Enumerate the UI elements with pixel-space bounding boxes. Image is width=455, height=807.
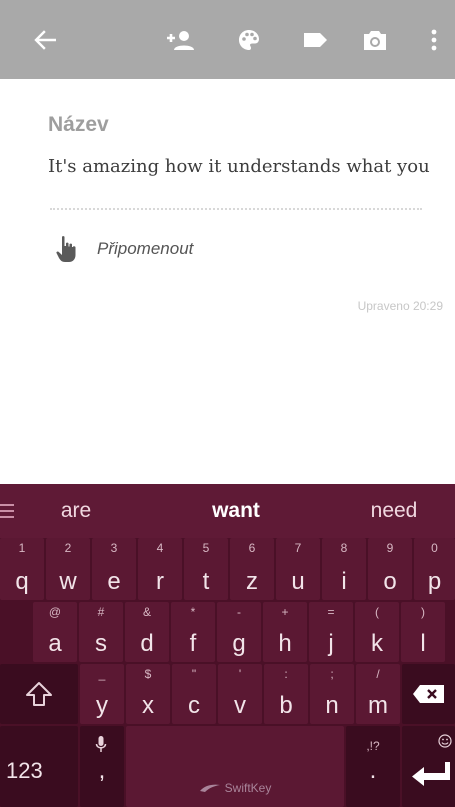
suggestion-bar: are want need bbox=[0, 484, 455, 538]
swiftkey-bird-icon bbox=[199, 784, 220, 792]
key-h[interactable]: + h bbox=[263, 602, 307, 662]
backspace-key[interactable] bbox=[402, 664, 455, 724]
note-title-field[interactable]: Název bbox=[48, 113, 109, 137]
key-q[interactable]: 1q bbox=[0, 538, 44, 600]
key-i[interactable]: 8i bbox=[322, 538, 366, 600]
shift-key[interactable] bbox=[0, 664, 78, 724]
key-x[interactable]: $ x bbox=[126, 664, 170, 724]
add-collaborator-button[interactable] bbox=[156, 0, 202, 79]
swiftkey-logo: SwiftKey bbox=[126, 781, 344, 795]
key-b[interactable]: :b bbox=[264, 664, 308, 724]
edited-timestamp: Upraveno 20:29 bbox=[357, 299, 443, 313]
key-o[interactable]: 9o bbox=[368, 538, 412, 600]
key-v[interactable]: ' v bbox=[218, 664, 262, 724]
label-button[interactable] bbox=[292, 0, 338, 79]
key-g[interactable]: -g bbox=[217, 602, 261, 662]
key-f[interactable]: * f bbox=[171, 602, 215, 662]
key-a[interactable]: @ a bbox=[33, 602, 77, 662]
more-vertical-icon bbox=[431, 29, 437, 50]
key-j[interactable]: = j bbox=[309, 602, 353, 662]
key-n[interactable]: ; n bbox=[310, 664, 354, 724]
key-c[interactable]: " c bbox=[172, 664, 216, 724]
note-body-field[interactable]: It's amazing how it understands what you bbox=[48, 156, 430, 177]
key-l[interactable]: ) l bbox=[401, 602, 445, 662]
hand-pointer-icon bbox=[56, 236, 76, 262]
divider bbox=[50, 208, 422, 210]
key-w[interactable]: 2w bbox=[46, 538, 90, 600]
key-m[interactable]: / m bbox=[356, 664, 400, 724]
key-s[interactable]: # s bbox=[79, 602, 123, 662]
emoji-icon bbox=[438, 734, 452, 748]
swiftkey-keyboard: are want need 1q 2w 3e 4r 5t 6z 7u 8i 9o… bbox=[0, 484, 455, 807]
key-y[interactable]: _ y bbox=[80, 664, 124, 724]
app-toolbar bbox=[0, 0, 455, 79]
suggestion-center[interactable]: want bbox=[172, 484, 300, 538]
camera-icon bbox=[364, 30, 386, 50]
numbers-key[interactable]: 123 bbox=[0, 726, 78, 807]
more-options-button[interactable] bbox=[420, 0, 448, 79]
enter-key[interactable] bbox=[402, 726, 455, 807]
backspace-icon bbox=[413, 685, 444, 703]
key-r[interactable]: 4r bbox=[138, 538, 182, 600]
comma-key[interactable]: , bbox=[80, 726, 124, 807]
key-u[interactable]: 7u bbox=[276, 538, 320, 600]
enter-return-icon bbox=[412, 762, 450, 786]
label-icon bbox=[304, 32, 327, 47]
reminder-button[interactable]: Připomenout bbox=[55, 233, 193, 265]
suggestion-left[interactable]: are bbox=[20, 484, 132, 538]
palette-icon bbox=[239, 29, 259, 50]
arrow-left-icon bbox=[34, 29, 56, 50]
key-d[interactable]: & d bbox=[125, 602, 169, 662]
key-e[interactable]: 3e bbox=[92, 538, 136, 600]
key-p[interactable]: 0p bbox=[414, 538, 455, 600]
reminder-label: Připomenout bbox=[97, 239, 194, 258]
color-palette-button[interactable] bbox=[226, 0, 272, 79]
shift-icon bbox=[26, 682, 52, 706]
key-k[interactable]: (k bbox=[355, 602, 399, 662]
space-key[interactable]: SwiftKey bbox=[126, 726, 344, 807]
person-add-icon bbox=[167, 30, 194, 50]
camera-button[interactable] bbox=[352, 0, 398, 79]
hamburger-menu-icon[interactable] bbox=[0, 504, 14, 518]
key-z[interactable]: 6z bbox=[230, 538, 274, 600]
key-t[interactable]: 5t bbox=[184, 538, 228, 600]
period-key[interactable]: ,!? . bbox=[346, 726, 400, 807]
suggestion-right[interactable]: need bbox=[338, 484, 450, 538]
microphone-icon bbox=[95, 736, 107, 752]
back-button[interactable] bbox=[22, 0, 68, 79]
